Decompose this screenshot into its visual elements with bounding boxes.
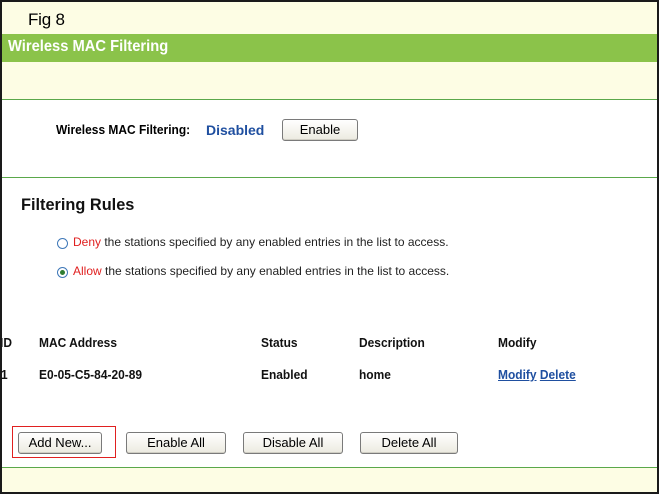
deny-description: the stations specified by any enabled en…: [101, 235, 449, 249]
deny-rule-text: Deny the stations specified by any enabl…: [73, 235, 449, 249]
disable-all-button[interactable]: Disable All: [243, 432, 343, 454]
filtering-rules-title: Filtering Rules: [21, 195, 135, 214]
router-settings-window: Fig 8 Wireless MAC Filtering Wireless MA…: [0, 0, 659, 494]
allow-rule-text: Allow the stations specified by any enab…: [73, 264, 449, 278]
row-id: 1: [1, 367, 8, 382]
header-status: Status: [261, 335, 298, 350]
status-value: Disabled: [206, 122, 265, 138]
deny-radio[interactable]: [57, 238, 68, 249]
delete-link[interactable]: Delete: [540, 367, 576, 382]
enable-button[interactable]: Enable: [282, 119, 358, 141]
header-description: Description: [359, 335, 425, 350]
row-actions: Modify Delete: [498, 367, 576, 382]
enable-all-button[interactable]: Enable All: [126, 432, 226, 454]
modify-link[interactable]: Modify: [498, 367, 537, 382]
allow-radio[interactable]: [57, 267, 68, 278]
delete-all-button[interactable]: Delete All: [360, 432, 458, 454]
figure-label: Fig 8: [28, 10, 65, 29]
allow-description: the stations specified by any enabled en…: [101, 264, 450, 278]
spacer-band: [2, 62, 657, 99]
header-mac-address: MAC Address: [39, 335, 117, 350]
header-modify: Modify: [498, 335, 537, 350]
row-description: home: [359, 367, 391, 382]
deny-key: Deny: [73, 235, 102, 249]
row-mac-address: E0-05-C5-84-20-89: [39, 367, 143, 382]
row-status: Enabled: [261, 367, 308, 382]
status-label: Wireless MAC Filtering:: [56, 122, 191, 137]
page-title: Wireless MAC Filtering: [8, 38, 169, 55]
radio-selected-dot: [60, 270, 65, 275]
allow-key: Allow: [73, 264, 102, 278]
footer-band: [2, 468, 657, 492]
header-id: ID: [0, 335, 12, 350]
add-new-button[interactable]: Add New...: [18, 432, 102, 454]
divider: [2, 177, 657, 178]
